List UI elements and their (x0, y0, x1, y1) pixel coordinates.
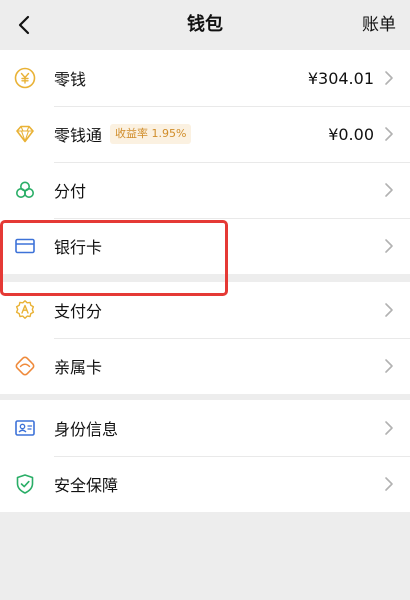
row-bank-card[interactable]: 银行卡 (0, 218, 410, 274)
row-label: 银行卡 (54, 238, 103, 257)
chevron-right-icon (385, 421, 393, 435)
chevron-right-icon (385, 359, 393, 373)
back-button[interactable] (8, 8, 40, 42)
row-label: 支付分 (54, 302, 103, 321)
wallet-group: 零钱 ¥304.01 零钱通 收益率 1.95% ¥0.00 分付 银行卡 (0, 50, 410, 274)
page-title: 钱包 (187, 14, 223, 35)
score-badge-icon (14, 299, 36, 321)
bank-card-icon (14, 235, 36, 257)
security-group: 身份信息 安全保障 (0, 400, 410, 512)
row-identity[interactable]: 身份信息 (0, 400, 410, 456)
row-family-card[interactable]: 亲属卡 (0, 338, 410, 394)
row-fenfu[interactable]: 分付 (0, 162, 410, 218)
diamond-icon (14, 123, 36, 145)
balance-value: ¥304.01 (307, 68, 374, 88)
row-label: 分付 (54, 182, 87, 201)
row-change[interactable]: 零钱 ¥304.01 (0, 50, 410, 106)
row-label: 零钱通 收益率 1.95% (54, 106, 192, 162)
row-label-text: 零钱通 (54, 126, 103, 145)
id-card-icon (14, 417, 36, 439)
chevron-right-icon (385, 71, 393, 85)
row-lingqiantong[interactable]: 零钱通 收益率 1.95% ¥0.00 (0, 106, 410, 162)
chevron-right-icon (385, 127, 393, 141)
services-group: 支付分 亲属卡 (0, 282, 410, 394)
chevron-right-icon (385, 183, 393, 197)
chevron-right-icon (385, 239, 393, 253)
balance-value: ¥0.00 (328, 124, 374, 144)
row-security[interactable]: 安全保障 (0, 456, 410, 512)
family-card-icon (14, 355, 36, 377)
row-payment-score[interactable]: 支付分 (0, 282, 410, 338)
yuan-coin-icon (14, 67, 36, 89)
row-label: 亲属卡 (54, 358, 103, 377)
chevron-left-icon (18, 15, 30, 35)
bill-button[interactable]: 账单 (362, 0, 396, 50)
chevron-right-icon (385, 303, 393, 317)
row-label: 身份信息 (54, 420, 119, 439)
clover-icon (14, 179, 36, 201)
yield-rate-badge: 收益率 1.95% (110, 124, 192, 144)
shield-check-icon (14, 473, 36, 495)
navigation-bar: 钱包 账单 (0, 0, 410, 50)
chevron-right-icon (385, 477, 393, 491)
row-label: 安全保障 (54, 476, 119, 495)
row-label: 零钱 (54, 70, 87, 89)
